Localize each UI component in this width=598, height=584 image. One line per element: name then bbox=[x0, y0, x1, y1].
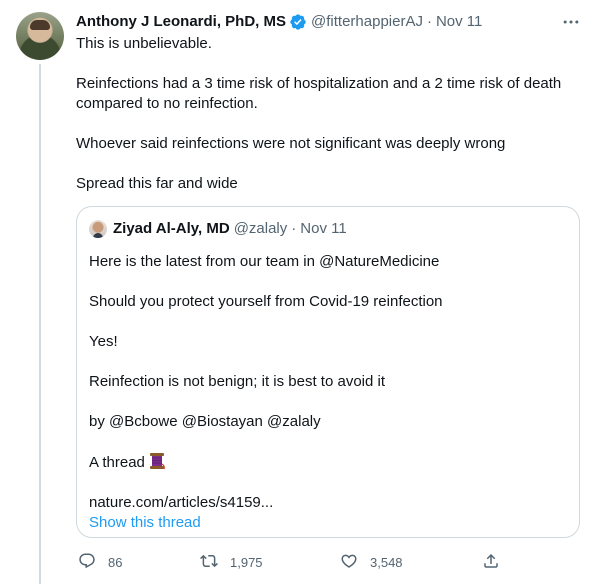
retweet-button[interactable]: 1,975 bbox=[200, 552, 263, 573]
tweet-paragraph: This is unbelievable. bbox=[76, 35, 212, 52]
tweet-paragraph: Reinfections had a 3 time risk of hospit… bbox=[76, 75, 562, 112]
share-icon bbox=[482, 552, 500, 573]
thread-label: A thread bbox=[89, 454, 145, 471]
like-count: 3,548 bbox=[370, 555, 403, 570]
author-avatar[interactable] bbox=[16, 12, 64, 60]
thread-line bbox=[39, 64, 41, 584]
quoted-tweet-date: Nov 11 bbox=[300, 220, 347, 237]
avatar-hair bbox=[30, 20, 50, 30]
quoted-tweet-text: Here is the latest from our team in @Nat… bbox=[89, 252, 567, 533]
heart-icon bbox=[340, 552, 358, 573]
quoted-paragraph: Here is the latest from our team in @Nat… bbox=[89, 253, 440, 270]
tweet[interactable]: Anthony J Leonardi, PhD, MS @fitterhappi… bbox=[0, 0, 598, 584]
quoted-author-handle: @zalaly bbox=[233, 220, 288, 237]
author-name[interactable]: Anthony J Leonardi, PhD, MS bbox=[76, 12, 286, 32]
quoted-tweet-header: Ziyad Al-Aly, MD @zalaly · Nov 11 bbox=[89, 219, 567, 239]
quoted-author-avatar bbox=[89, 220, 107, 238]
tweet-text: This is unbelievable. Reinfections had a… bbox=[76, 34, 582, 194]
author-handle[interactable]: @fitterhappierAJ bbox=[311, 12, 423, 32]
quoted-paragraph: Yes! bbox=[89, 333, 118, 350]
reply-button[interactable]: 86 bbox=[78, 552, 122, 573]
show-thread-link[interactable]: Show this thread bbox=[89, 513, 567, 533]
quoted-author-name: Ziyad Al-Aly, MD bbox=[113, 220, 230, 237]
tweet-date[interactable]: Nov 11 bbox=[436, 12, 482, 32]
quoted-paragraph: by @Bcbowe @Biostayan @zalaly bbox=[89, 413, 321, 430]
quoted-tweet-inner: Ziyad Al-Aly, MD @zalaly · Nov 11 Here i… bbox=[89, 219, 567, 533]
quoted-header-separator: · bbox=[291, 220, 297, 237]
verified-badge-icon bbox=[289, 13, 307, 31]
header-separator: · bbox=[426, 13, 432, 30]
quoted-tweet[interactable]: Ziyad Al-Aly, MD @zalaly · Nov 11 Here i… bbox=[76, 206, 580, 538]
tweet-content: Anthony J Leonardi, PhD, MS @fitterhappi… bbox=[76, 10, 582, 194]
quoted-paragraph-thread: A thread bbox=[89, 452, 567, 473]
tweet-paragraph: Spread this far and wide bbox=[76, 175, 238, 192]
quoted-paragraph: Reinfection is not benign; it is best to… bbox=[89, 373, 386, 390]
quoted-paragraph: Should you protect yourself from Covid-1… bbox=[89, 293, 443, 310]
thread-spool-icon bbox=[149, 452, 165, 470]
article-link[interactable]: nature.com/articles/s4159... bbox=[89, 493, 567, 513]
tweet-paragraph: Whoever said reinfections were not signi… bbox=[76, 135, 506, 152]
avatar-column bbox=[16, 12, 64, 60]
like-button[interactable]: 3,548 bbox=[340, 552, 403, 573]
reply-count: 86 bbox=[108, 555, 123, 570]
share-button[interactable] bbox=[482, 552, 500, 573]
tweet-header: Anthony J Leonardi, PhD, MS @fitterhappi… bbox=[76, 10, 582, 34]
retweet-count: 1,975 bbox=[230, 555, 263, 570]
retweet-icon bbox=[200, 552, 218, 573]
tweet-actions: 86 1,975 3,548 bbox=[76, 552, 506, 574]
more-options-icon[interactable] bbox=[560, 12, 582, 32]
reply-icon bbox=[78, 552, 96, 573]
